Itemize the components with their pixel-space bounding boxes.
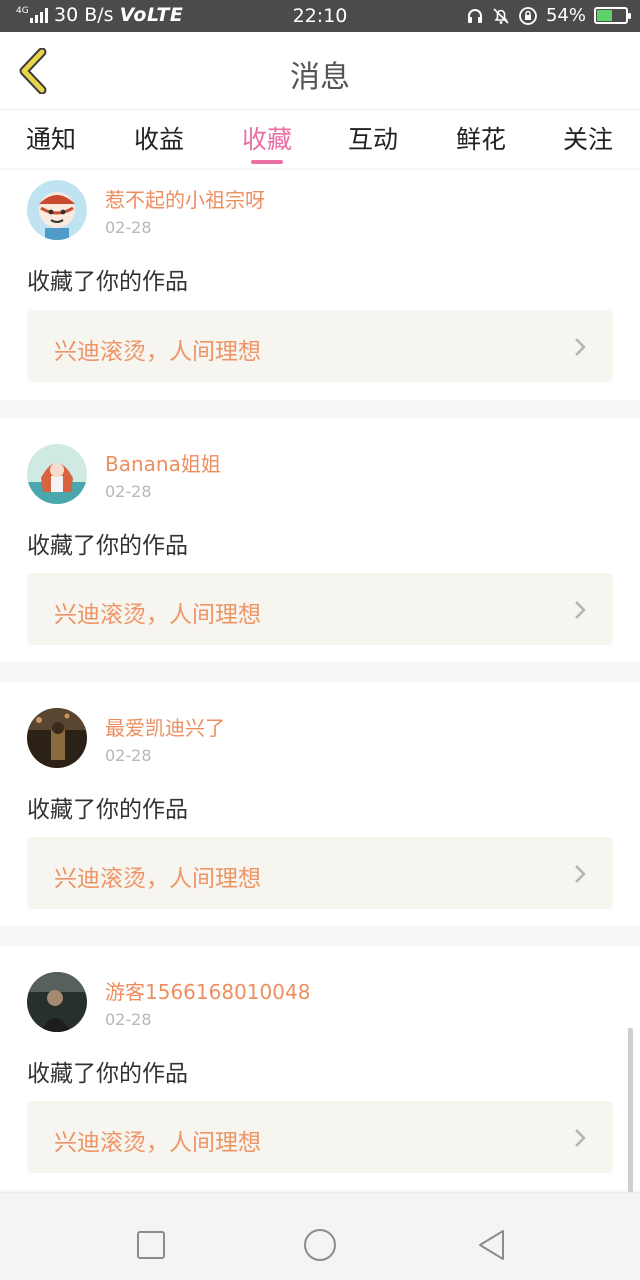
status-right: 54%: [466, 5, 631, 26]
action-text: 收藏了你的作品: [27, 269, 188, 295]
username[interactable]: 惹不起的小祖宗呀: [105, 184, 265, 213]
avatar[interactable]: [27, 180, 87, 240]
work-title: 兴迪滚烫，人间理想: [54, 602, 261, 628]
status-bar: 4G 30 B/s VoLTE 22:10 54%: [0, 0, 640, 32]
date: 02-28: [105, 746, 152, 765]
action-text: 收藏了你的作品: [27, 533, 188, 559]
circle-icon[interactable]: [302, 1227, 338, 1263]
battery-percent: 54%: [545, 5, 586, 26]
chevron-right-icon: [575, 338, 586, 356]
tab-bar: 通知 收益 收藏 互动 鲜花 关注: [0, 110, 640, 168]
headphones-icon: [467, 8, 482, 23]
page-title: 消息: [290, 60, 350, 95]
list-item: 惹不起的小祖宗呀 02-28 收藏了你的作品 兴迪滚烫，人间理想: [0, 170, 640, 400]
avatar[interactable]: [27, 972, 87, 1032]
chevron-right-icon: [575, 865, 586, 883]
rotation-lock-icon: [519, 6, 537, 25]
tab-favorites[interactable]: 收藏: [227, 120, 307, 156]
chevron-right-icon: [575, 601, 586, 619]
date: 02-28: [105, 1010, 152, 1029]
avatar[interactable]: [27, 444, 87, 504]
chevron-right-icon: [575, 1129, 586, 1147]
list-item: 游客1566168010048 02-28 收藏了你的作品 兴迪滚烫，人间理想: [0, 946, 640, 1190]
work-title: 兴迪滚烫，人间理想: [54, 339, 261, 365]
date: 02-28: [105, 482, 152, 501]
tab-earnings[interactable]: 收益: [119, 120, 199, 156]
work-link[interactable]: 兴迪滚烫，人间理想: [27, 310, 613, 382]
work-link[interactable]: 兴迪滚烫，人间理想: [27, 573, 613, 645]
avatar[interactable]: [27, 708, 87, 768]
tab-notifications[interactable]: 通知: [11, 120, 91, 156]
work-link[interactable]: 兴迪滚烫，人间理想: [27, 837, 613, 909]
header: 消息: [0, 32, 640, 110]
scrollbar[interactable]: [628, 1028, 633, 1204]
tab-flowers[interactable]: 鲜花: [441, 120, 521, 156]
battery-icon: [594, 7, 631, 24]
triangle-back-icon[interactable]: [474, 1227, 510, 1263]
username[interactable]: Banana姐姐: [105, 448, 221, 477]
work-title: 兴迪滚烫，人间理想: [54, 866, 261, 892]
square-icon[interactable]: [133, 1227, 169, 1263]
username[interactable]: 最爱凯迪兴了: [105, 712, 225, 741]
work-title: 兴迪滚烫，人间理想: [54, 1130, 261, 1156]
tab-interactions[interactable]: 互动: [333, 120, 413, 156]
action-text: 收藏了你的作品: [27, 797, 188, 823]
tab-follows[interactable]: 关注: [548, 120, 628, 156]
muted-bell-icon: [493, 7, 509, 24]
username[interactable]: 游客1566168010048: [105, 976, 310, 1005]
action-text: 收藏了你的作品: [27, 1061, 188, 1087]
list-item: 最爱凯迪兴了 02-28 收藏了你的作品 兴迪滚烫，人间理想: [0, 682, 640, 926]
navigation-bar: [0, 1192, 640, 1280]
active-tab-indicator: [251, 160, 283, 164]
date: 02-28: [105, 218, 152, 237]
work-link[interactable]: 兴迪滚烫，人间理想: [27, 1101, 613, 1173]
list-item: Banana姐姐 02-28 收藏了你的作品 兴迪滚烫，人间理想: [0, 418, 640, 662]
